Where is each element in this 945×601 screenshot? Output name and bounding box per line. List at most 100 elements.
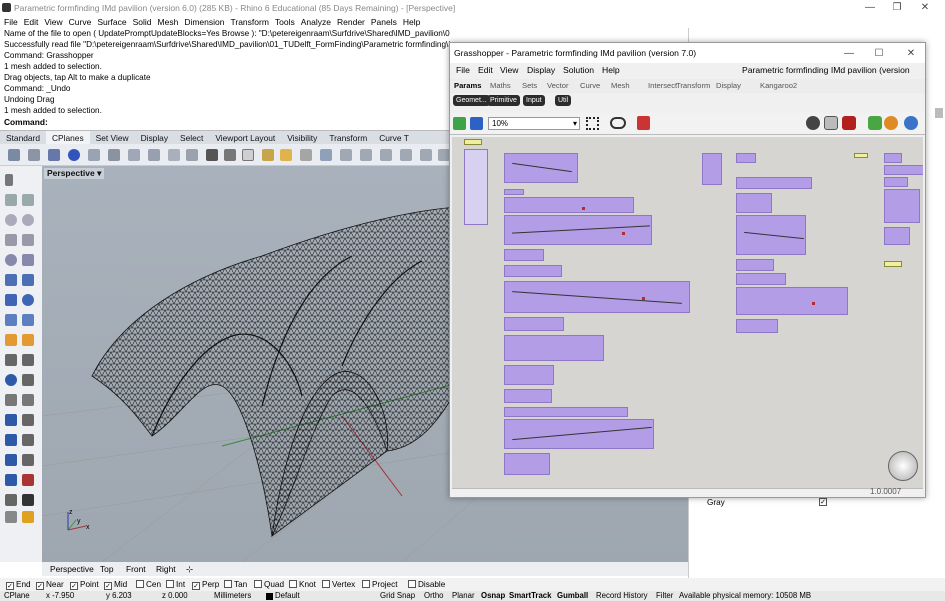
gh-sub-input[interactable]: Input (523, 95, 545, 106)
gh-preview-none-icon[interactable] (806, 116, 820, 130)
check-icon[interactable] (22, 494, 34, 506)
gh-group[interactable] (884, 165, 923, 175)
osnap-tan[interactable]: Tan (224, 578, 247, 591)
gh-group[interactable] (504, 189, 524, 195)
mesh-icon[interactable] (5, 314, 17, 326)
polygon-icon[interactable] (5, 254, 17, 266)
gh-sub-primitive[interactable]: Primitive (487, 95, 520, 106)
grid-array-icon[interactable] (5, 454, 17, 466)
gh-group[interactable] (504, 317, 564, 331)
dimension-icon[interactable] (5, 494, 17, 506)
tab-viewport-layout[interactable]: Viewport Layout (209, 131, 281, 145)
status-planar[interactable]: Planar (452, 591, 475, 601)
menu-view[interactable]: View (44, 17, 62, 27)
cplane-named-icon[interactable] (300, 149, 312, 161)
cplane-view-icon[interactable] (148, 149, 160, 161)
status-grid-snap[interactable]: Grid Snap (380, 591, 415, 601)
cplane-previous-icon[interactable] (224, 149, 236, 161)
render-icon[interactable] (5, 511, 17, 523)
osnap-project-checkbox[interactable] (362, 580, 370, 588)
gh-menu-edit[interactable]: Edit (478, 63, 493, 78)
gh-group[interactable] (736, 259, 774, 271)
menu-mesh[interactable]: Mesh (158, 17, 179, 27)
gh-group[interactable] (736, 177, 812, 189)
menu-file[interactable]: File (4, 17, 18, 27)
gh-component[interactable] (464, 139, 482, 145)
osnap-mid-checkbox[interactable]: ✓ (104, 582, 112, 590)
gh-group[interactable] (884, 153, 902, 163)
osnap-disable[interactable]: Disable (408, 578, 445, 591)
menu-solid[interactable]: Solid (133, 17, 152, 27)
gh-sub-geometry[interactable]: Geomet... (453, 95, 490, 106)
osnap-cen[interactable]: Cen (136, 578, 161, 591)
menu-dimension[interactable]: Dimension (184, 17, 224, 27)
gh-zoom-extents-icon[interactable] (586, 117, 599, 130)
osnap-int-checkbox[interactable] (166, 580, 174, 588)
osnap-vertex-checkbox[interactable] (322, 580, 330, 588)
boolean-icon[interactable] (5, 374, 17, 386)
minimize-icon[interactable]: — (863, 1, 877, 14)
cplane-rotate-icon[interactable] (88, 149, 100, 161)
command-prompt[interactable]: Command: (0, 117, 450, 128)
cplane-world-top-icon[interactable] (8, 149, 20, 161)
gh-group[interactable] (504, 249, 544, 261)
vptab-top[interactable]: Top (100, 563, 114, 575)
osnap-cen-checkbox[interactable] (136, 580, 144, 588)
gh-document-preview-icon[interactable] (904, 116, 918, 130)
cplane-set-y-icon[interactable] (360, 149, 372, 161)
osnap-disable-checkbox[interactable] (408, 580, 416, 588)
gh-group[interactable] (504, 265, 562, 277)
gh-component[interactable] (854, 153, 868, 158)
gh-menu-file[interactable]: File (456, 63, 470, 78)
menu-curve[interactable]: Curve (69, 17, 92, 27)
vptab-right[interactable]: Right (156, 563, 176, 575)
gh-group[interactable] (504, 389, 552, 403)
cplane-zaxis-icon[interactable] (128, 149, 140, 161)
status-ortho[interactable]: Ortho (424, 591, 444, 601)
gh-group[interactable] (736, 287, 848, 315)
tab-display[interactable]: Display (135, 131, 174, 145)
gh-preview-wire-icon[interactable] (824, 116, 838, 130)
gh-tab-intersect[interactable]: Transform (676, 79, 710, 93)
freeform-curve-icon[interactable] (22, 254, 34, 266)
gh-group[interactable] (884, 177, 908, 187)
osnap-tan-checkbox[interactable] (224, 580, 232, 588)
join-icon[interactable] (22, 374, 34, 386)
circle-icon[interactable] (5, 214, 17, 226)
tab-set-view[interactable]: Set View (90, 131, 135, 145)
sphere-icon[interactable] (22, 294, 34, 306)
gh-tab-display[interactable]: Kangaroo2 (760, 79, 797, 93)
gh-preview-selected-icon[interactable] (868, 116, 882, 130)
surface-icon[interactable] (5, 274, 17, 286)
gh-group[interactable] (736, 193, 772, 213)
gh-tab-transform[interactable]: Display (716, 79, 741, 93)
mirror-icon[interactable] (22, 434, 34, 446)
osnap-perp-checkbox[interactable]: ✓ (192, 582, 200, 590)
status-cplane[interactable]: CPlane (4, 591, 30, 601)
gh-minimize-icon[interactable]: — (842, 47, 856, 60)
cplane-set-z-icon[interactable] (380, 149, 392, 161)
gh-group[interactable] (504, 365, 554, 385)
osnap-point-checkbox[interactable]: ✓ (70, 582, 78, 590)
vptab-front[interactable]: Front (126, 563, 146, 575)
gh-tab-vector[interactable]: Vector (547, 79, 569, 93)
restore-icon[interactable]: ❐ (890, 1, 904, 14)
tab-visibility[interactable]: Visibility (281, 131, 323, 145)
gh-navigation-compass-icon[interactable] (888, 451, 918, 481)
offset-icon[interactable] (22, 354, 34, 366)
tab-standard[interactable]: Standard (0, 131, 46, 145)
gh-preview-shaded-icon[interactable] (842, 116, 856, 130)
tab-transform[interactable]: Transform (323, 131, 373, 145)
ellipse-icon[interactable] (22, 214, 34, 226)
menu-edit[interactable]: Edit (24, 17, 39, 27)
trim-icon[interactable] (5, 394, 17, 406)
ungroup-icon[interactable] (22, 334, 34, 346)
osnap-mid[interactable]: ✓ Mid (104, 578, 127, 591)
property-row-checkbox[interactable]: ✓ (819, 498, 827, 506)
osnap-point[interactable]: ✓ Point (70, 578, 99, 591)
status-filter[interactable]: Filter (656, 591, 673, 601)
osnap-end[interactable]: ✓ End (6, 578, 31, 591)
split-icon[interactable] (22, 394, 34, 406)
status-layer[interactable]: Default (275, 591, 300, 601)
gh-save-icon[interactable] (470, 117, 483, 130)
